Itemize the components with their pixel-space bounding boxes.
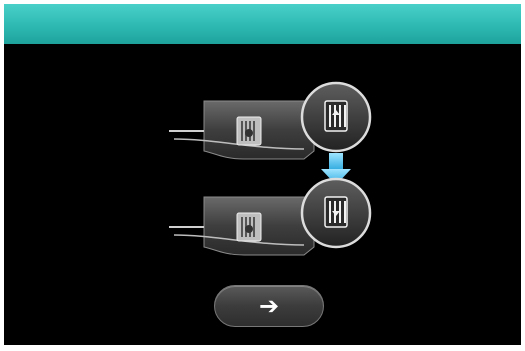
lower-machine-view xyxy=(169,177,372,256)
next-button[interactable]: ➔ xyxy=(214,285,324,327)
machine-bed-icon xyxy=(236,116,262,146)
right-arrow-icon: ➔ xyxy=(258,292,280,320)
upper-machine-view xyxy=(169,81,372,160)
header-bar xyxy=(4,4,521,44)
presser-foot-illustration xyxy=(154,79,384,259)
presser-foot-icon xyxy=(300,177,372,249)
machine-bed-icon xyxy=(236,212,262,242)
screen: ➔ xyxy=(4,4,521,345)
presser-foot-icon xyxy=(300,81,372,153)
illustration-graphic xyxy=(169,81,372,256)
